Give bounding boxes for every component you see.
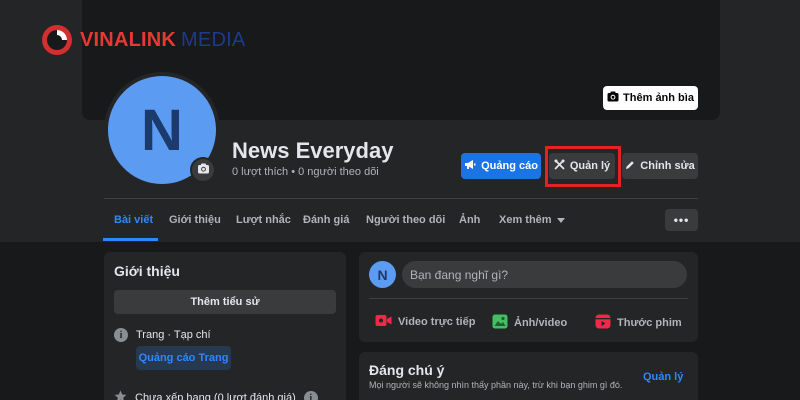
composer-avatar[interactable]: N bbox=[369, 261, 396, 288]
reels-label: Thước phim bbox=[617, 317, 682, 329]
add-bio-button[interactable]: Thêm tiểu sử bbox=[114, 290, 336, 314]
info-icon: i bbox=[114, 328, 128, 342]
intro-card: Giới thiệu Thêm tiểu sử i Trang · Tạp ch… bbox=[104, 252, 346, 400]
tab-see-more[interactable]: Xem thêm bbox=[499, 214, 565, 226]
photo-video-button[interactable]: Ảnh/video bbox=[492, 314, 567, 332]
star-icon bbox=[114, 390, 127, 400]
camera-icon bbox=[607, 91, 619, 105]
edit-page-button[interactable]: Chỉnh sửa bbox=[622, 153, 698, 179]
photo-icon bbox=[492, 314, 508, 332]
reels-button[interactable]: Thước phim bbox=[595, 314, 682, 332]
featured-card: Đáng chú ý Mọi người sẽ không nhìn thấy … bbox=[359, 352, 698, 400]
see-more-label: Xem thêm bbox=[499, 214, 552, 226]
tab-photos[interactable]: Ảnh bbox=[459, 214, 480, 226]
more-dots-icon: ••• bbox=[673, 213, 690, 227]
tab-posts[interactable]: Bài viết bbox=[114, 214, 153, 226]
watermark: VINALINK MEDIA bbox=[40, 24, 245, 56]
watermark-text: VINALINK MEDIA bbox=[80, 29, 245, 52]
composer-divider bbox=[369, 298, 688, 299]
photo-video-label: Ảnh/video bbox=[514, 317, 568, 329]
tab-about[interactable]: Giới thiệu bbox=[169, 214, 221, 226]
post-input[interactable]: Bạn đang nghĩ gì? bbox=[402, 261, 687, 288]
info-icon[interactable]: i bbox=[303, 391, 318, 400]
add-cover-photo-label: Thêm ảnh bìa bbox=[623, 92, 694, 104]
watermark-brand: VINALINK bbox=[80, 28, 177, 51]
page-stats: 0 lượt thích • 0 người theo dõi bbox=[232, 166, 379, 178]
rating-row: Chưa xếp hạng (0 lượt đánh giá) i bbox=[114, 390, 318, 400]
caret-down-icon bbox=[556, 214, 565, 226]
advertise-button[interactable]: Quảng cáo bbox=[461, 153, 541, 179]
avatar-camera-button[interactable] bbox=[190, 157, 216, 183]
vinalink-logo-icon bbox=[40, 23, 74, 57]
active-tab-indicator bbox=[103, 238, 158, 241]
megaphone-icon bbox=[464, 159, 476, 173]
intro-title: Giới thiệu bbox=[114, 263, 180, 279]
featured-title: Đáng chú ý bbox=[369, 362, 445, 378]
live-video-button[interactable]: Video trực tiếp bbox=[375, 314, 475, 330]
pencil-icon bbox=[625, 160, 635, 173]
tabs-divider bbox=[104, 198, 698, 199]
reels-icon bbox=[595, 314, 611, 332]
more-options-button[interactable]: ••• bbox=[665, 209, 698, 231]
avatar-letter: N bbox=[141, 97, 183, 163]
tab-followers[interactable]: Người theo dõi bbox=[366, 214, 445, 226]
page-title: News Everyday bbox=[232, 138, 394, 163]
post-composer: N Bạn đang nghĩ gì? Video trực tiếp Ảnh/… bbox=[359, 252, 698, 342]
rating-text: Chưa xếp hạng (0 lượt đánh giá) bbox=[135, 392, 296, 400]
featured-manage-link[interactable]: Quản lý bbox=[643, 371, 683, 383]
watermark-suffix: MEDIA bbox=[181, 28, 246, 51]
featured-subtitle: Mọi người sẽ không nhìn thấy phần này, t… bbox=[369, 380, 623, 390]
live-video-icon bbox=[375, 314, 392, 330]
edit-label: Chỉnh sửa bbox=[640, 160, 695, 172]
live-video-label: Video trực tiếp bbox=[398, 316, 476, 328]
camera-icon bbox=[197, 161, 210, 179]
tab-reviews[interactable]: Đánh giá bbox=[303, 214, 349, 226]
category-text: Trang · Tạp chí bbox=[136, 329, 211, 341]
highlight-box bbox=[545, 146, 621, 187]
advertise-label: Quảng cáo bbox=[481, 160, 538, 172]
page-ads-button[interactable]: Quảng cáo Trang bbox=[136, 346, 231, 370]
category-row: i Trang · Tạp chí bbox=[114, 328, 211, 342]
add-cover-photo-button[interactable]: Thêm ảnh bìa bbox=[603, 86, 698, 110]
tab-mentions[interactable]: Lượt nhắc bbox=[236, 214, 291, 226]
